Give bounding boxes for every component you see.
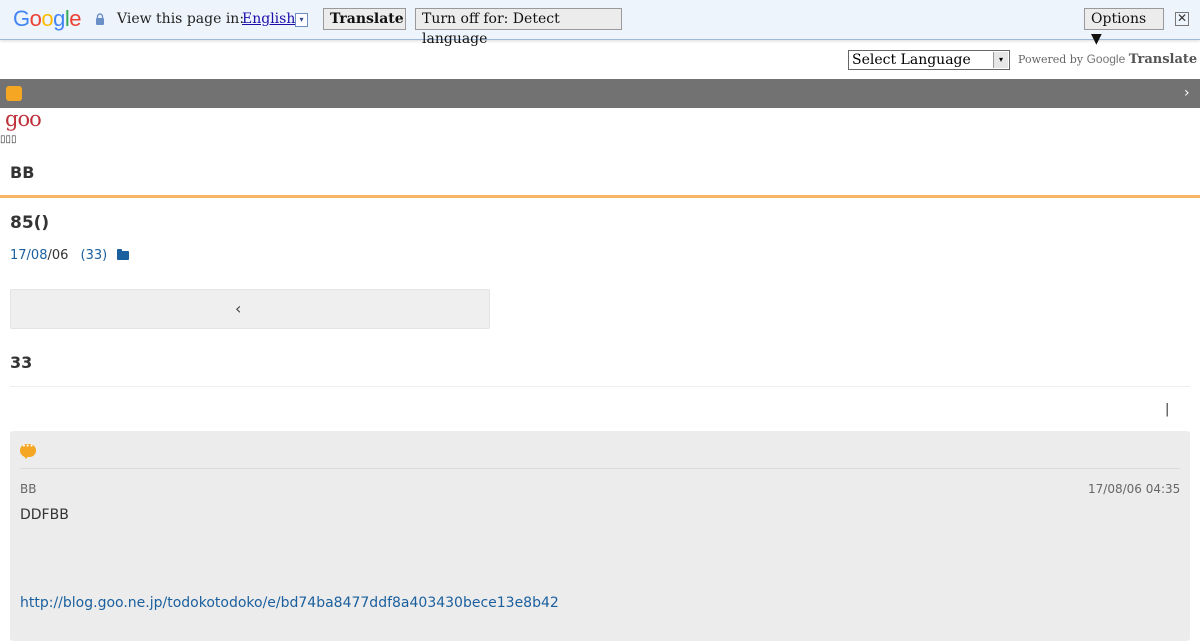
view-page-in-label: View this page in: — [117, 11, 245, 27]
comments-divider — [10, 386, 1190, 387]
translate-button[interactable]: Translate — [323, 8, 406, 30]
target-language-link[interactable]: English — [242, 11, 295, 27]
turn-off-button[interactable]: Turn off for: Detect language — [415, 8, 622, 47]
blog-icon[interactable] — [6, 86, 22, 101]
close-icon[interactable]: ✕ — [1175, 12, 1189, 26]
comments-heading: 33 — [10, 353, 33, 372]
speech-bubble-tail — [23, 455, 29, 459]
comment-divider — [20, 468, 1180, 469]
select-language-value: Select Language — [852, 52, 971, 68]
language-dropdown-icon[interactable]: ▾ — [295, 13, 308, 27]
post-title: 85() — [10, 213, 50, 233]
comment-date: 17/08/06 04:35 — [1088, 482, 1181, 496]
site-nav-bar — [0, 79, 1200, 108]
comment-count-link[interactable]: (33) — [81, 248, 108, 263]
goo-logo[interactable]: goo — [5, 107, 42, 131]
lock-icon — [96, 13, 104, 25]
chevron-left-icon: ‹ — [235, 299, 242, 318]
comment-link[interactable]: http://blog.goo.ne.jp/todokotodoko/e/bd7… — [20, 595, 559, 611]
select-language-dropdown[interactable]: Select Language ▾ — [848, 50, 1010, 70]
google-wordmark: Google — [1086, 52, 1126, 66]
post-date-rest: /06 — [47, 248, 69, 263]
powered-by-google: Powered by Google Translate — [1018, 52, 1198, 67]
previous-post-button[interactable]: ‹ — [10, 289, 490, 329]
translate-bar: Google View this page in: English ▾ Tran… — [0, 0, 1200, 47]
separator-pipe: | — [1165, 402, 1170, 417]
header-divider — [0, 195, 1200, 198]
blog-title[interactable]: BB — [10, 163, 34, 182]
options-button[interactable]: Options ▼ — [1084, 8, 1164, 47]
comment-author: BB — [20, 482, 37, 496]
google-logo[interactable]: Google — [13, 6, 82, 32]
comment-body: DDFBB — [20, 507, 69, 523]
dropdown-arrow-icon: ▾ — [993, 52, 1008, 68]
chevron-right-icon[interactable]: › — [1184, 85, 1190, 101]
translate-link[interactable]: Translate — [1129, 52, 1197, 67]
post-meta: 17/08/06 (33) — [10, 248, 107, 263]
missing-glyph-text: ▯▯▯ — [0, 134, 17, 145]
folder-icon[interactable] — [117, 249, 129, 260]
post-date-link[interactable]: 17/08 — [10, 248, 47, 263]
